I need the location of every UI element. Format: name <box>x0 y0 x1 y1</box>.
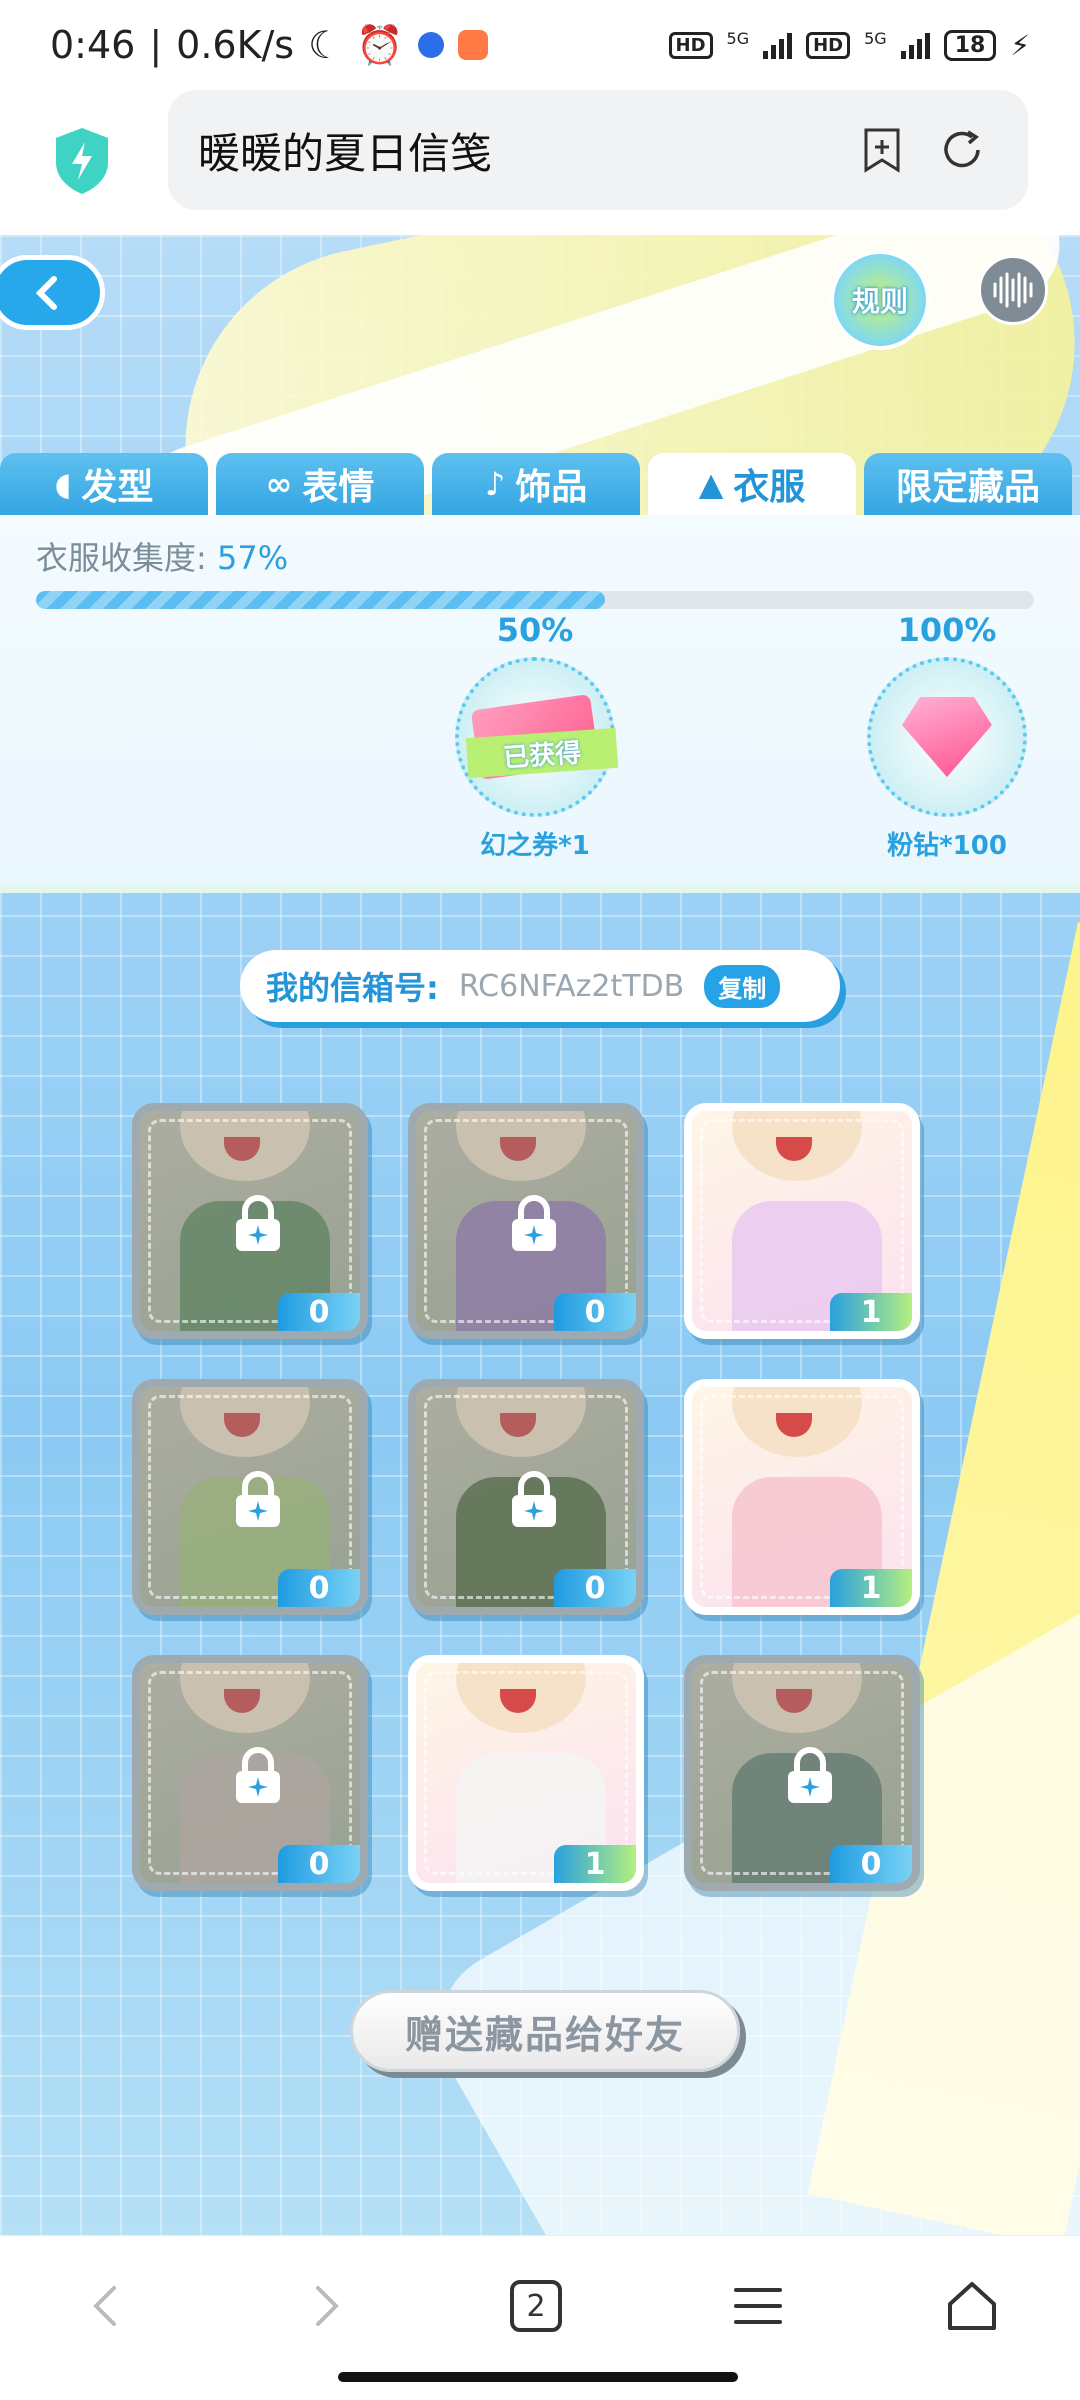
item-count: 1 <box>830 1569 912 1607</box>
collection-progress-label: 衣服收集度: 57% <box>36 539 289 577</box>
collection-value: 57% <box>216 539 289 577</box>
game-canvas: 规则 ◖ 发型 ∞ 表情 ♪ 饰品 ▲ 衣服 限定藏品 衣服收集度: 57% 5… <box>0 235 1080 2235</box>
clothing-item[interactable]: 1 <box>408 1655 644 1891</box>
item-count: 0 <box>278 1569 360 1607</box>
reward-orb: 已获得 <box>455 657 619 817</box>
item-count: 0 <box>830 1845 912 1883</box>
clothing-item[interactable]: 0 <box>132 1655 368 1891</box>
clothing-item[interactable]: 1 <box>684 1103 920 1339</box>
milestone-percent: 50% <box>496 611 574 649</box>
clothing-item[interactable]: 0 <box>408 1379 644 1615</box>
menu-icon[interactable] <box>728 2276 788 2336</box>
item-count: 0 <box>278 1845 360 1883</box>
progress-fill <box>36 591 605 609</box>
home-icon[interactable] <box>942 2276 1002 2336</box>
hd-badge: HD <box>668 31 713 59</box>
mask-icon: ∞ <box>265 465 293 503</box>
alarm-icon: ⏰ <box>356 22 404 67</box>
tab-clothes[interactable]: ▲ 衣服 <box>648 453 856 515</box>
milestone-reward: 幻之券*1 <box>480 831 590 861</box>
milestone-percent: 100% <box>897 611 997 649</box>
item-count: 0 <box>554 1293 636 1331</box>
tabs-button[interactable]: 2 <box>510 2280 562 2332</box>
milestone-100[interactable]: 100% 粉钻*100 <box>862 611 1032 862</box>
clothing-item[interactable]: 0 <box>132 1103 368 1339</box>
app-notification-icon-2 <box>457 30 488 60</box>
milestone-50[interactable]: 50% 已获得 幻之券*1 <box>450 611 620 862</box>
tab-accessory[interactable]: ♪ 饰品 <box>432 453 640 515</box>
lock-icon <box>512 1195 556 1251</box>
tab-label: 发型 <box>81 467 154 508</box>
item-count: 0 <box>278 1293 360 1331</box>
refresh-icon[interactable] <box>938 126 986 174</box>
tab-label: 限定藏品 <box>895 467 1040 508</box>
milestone-reward: 粉钻*100 <box>887 831 1007 861</box>
moon-icon: ☾ <box>308 23 343 67</box>
lock-icon <box>236 1471 280 1527</box>
tab-label: 饰品 <box>515 467 588 508</box>
lock-icon <box>236 1747 280 1803</box>
address-bar[interactable]: 暖暖的夏日信笺 <box>168 90 1028 210</box>
clock: 0:46 <box>50 23 136 67</box>
clothing-item[interactable]: 0 <box>408 1103 644 1339</box>
item-count: 0 <box>554 1569 636 1607</box>
signal-icon <box>763 31 793 59</box>
charging-icon: ⚡ <box>1010 28 1030 62</box>
mailbox-id-bar: 我的信箱号: RC6NFAz2tTDB 复制 <box>240 950 840 1022</box>
add-bookmark-icon[interactable] <box>858 126 906 174</box>
item-count: 1 <box>554 1845 636 1883</box>
network-label-1: 5G <box>726 28 750 48</box>
gift-items-button[interactable]: 赠送藏品给好友 <box>350 1990 740 2072</box>
rules-label: 规则 <box>851 285 908 318</box>
tab-limited[interactable]: 限定藏品 <box>864 453 1072 515</box>
collection-progress-bar <box>36 591 1034 609</box>
network-speed: 0.6K/s <box>176 23 295 67</box>
battery-icon: 18 <box>943 29 997 61</box>
network-label-2: 5G <box>864 28 887 48</box>
app-notification-icon <box>417 32 444 58</box>
hair-icon: ◖ <box>54 465 72 503</box>
rules-button[interactable]: 规则 <box>830 250 930 350</box>
tab-expression[interactable]: ∞ 表情 <box>216 453 424 515</box>
lock-icon <box>236 1195 280 1251</box>
browser-toolbar: 暖暖的夏日信笺 <box>0 90 1080 235</box>
tab-count: 2 <box>526 2288 546 2324</box>
gesture-home-bar[interactable] <box>338 2372 738 2382</box>
clothing-item[interactable]: 1 <box>684 1379 920 1615</box>
collection-panel: 衣服收集度: 57% 50% 已获得 幻之券*1 100% 粉钻*100 <box>0 515 1080 893</box>
lock-icon <box>788 1747 832 1803</box>
status-bar: 0:46 | 0.6K/s ☾ ⏰ HD 5G HD 5G 18 ⚡ <box>0 0 1080 90</box>
clothes-icon: ▲ <box>698 465 724 503</box>
shield-icon[interactable] <box>52 126 112 196</box>
diamond-icon <box>902 697 992 777</box>
hd-badge-2: HD <box>806 31 851 59</box>
back-arrow-icon[interactable] <box>76 2276 136 2336</box>
tab-hair[interactable]: ◖ 发型 <box>0 453 208 515</box>
chevron-left-icon <box>35 275 57 310</box>
clothes-grid: 0 0 1 0 0 1 0 1 0 <box>132 1103 932 1891</box>
item-count: 1 <box>830 1293 912 1331</box>
copy-button[interactable]: 复制 <box>704 964 781 1008</box>
reward-orb <box>867 657 1027 817</box>
page-title: 暖暖的夏日信笺 <box>198 128 493 178</box>
status-separator: | <box>149 23 163 67</box>
accessory-icon: ♪ <box>484 465 506 503</box>
mailbox-code: RC6NFAz2tTDB <box>458 968 685 1004</box>
category-tabs: ◖ 发型 ∞ 表情 ♪ 饰品 ▲ 衣服 限定藏品 <box>0 453 1080 515</box>
clothing-item[interactable]: 0 <box>132 1379 368 1615</box>
forward-arrow-icon[interactable] <box>296 2276 356 2336</box>
clothing-item[interactable]: 0 <box>684 1655 920 1891</box>
lock-icon <box>512 1471 556 1527</box>
back-button[interactable] <box>0 255 105 330</box>
tab-label: 表情 <box>302 467 375 508</box>
sound-button[interactable] <box>978 255 1048 325</box>
tab-label: 衣服 <box>733 467 806 508</box>
sound-wave-icon <box>993 272 1033 308</box>
signal-icon-2 <box>900 31 930 59</box>
mailbox-label: 我的信箱号: <box>266 969 439 1007</box>
